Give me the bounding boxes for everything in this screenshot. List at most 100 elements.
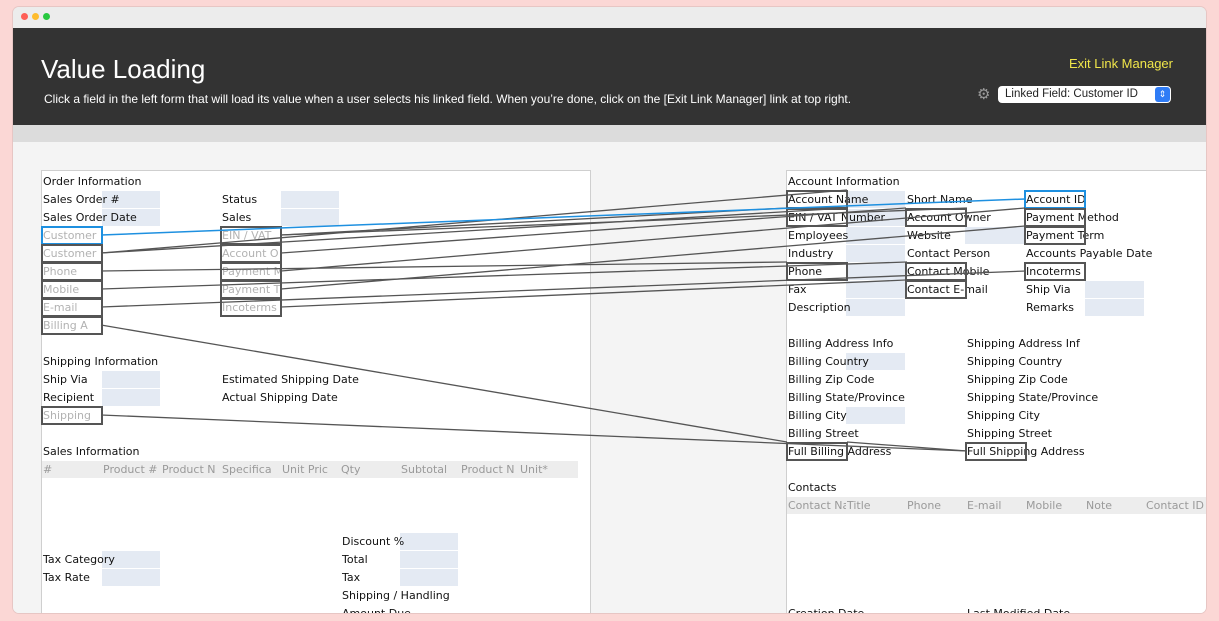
sales-order-date-label: Sales Order Date — [43, 211, 137, 224]
employees-label[interactable]: Employees — [787, 227, 905, 244]
zoom-window-button[interactable] — [43, 13, 50, 20]
billing-city-label[interactable]: Billing City — [787, 407, 957, 424]
link-box — [41, 316, 103, 335]
billing-country-label[interactable]: Billing Country — [787, 353, 957, 370]
minimize-window-button[interactable] — [32, 13, 39, 20]
link-box — [41, 262, 103, 281]
tax-rate-label: Tax Rate — [43, 571, 90, 584]
creation-date-label: Creation Date — [787, 605, 957, 613]
col-phone: Phone — [907, 499, 942, 512]
shipping-address-info-title: Shipping Address Inf — [967, 337, 1080, 350]
instructions-text: Click a field in the left form that will… — [44, 92, 852, 106]
shipping-street-label[interactable]: Shipping Street — [966, 425, 1136, 442]
tax-label: Tax — [342, 571, 361, 584]
col-product-n: Product N — [461, 463, 515, 476]
tax-category-label: Tax Category — [43, 553, 115, 566]
contacts-title: Contacts — [788, 481, 837, 494]
order-information-title: Order Information — [43, 175, 142, 188]
layout-content: Order Information Sales Order # Status S… — [13, 142, 1206, 613]
link-box — [905, 262, 967, 281]
col-unit: Unit* — [520, 463, 548, 476]
link-box — [220, 226, 282, 245]
col-subtotal: Subtotal — [401, 463, 448, 476]
account-information-title: Account Information — [788, 175, 900, 188]
status-value[interactable] — [281, 191, 339, 208]
sales-value[interactable] — [281, 209, 339, 226]
link-box — [220, 244, 282, 263]
status-label: Status — [222, 193, 258, 206]
chevron-updown-icon: ⇕ — [1155, 87, 1170, 102]
link-box — [786, 262, 848, 281]
close-window-button[interactable] — [21, 13, 28, 20]
col-contact-id: Contact ID — [1146, 499, 1205, 512]
shipping-handling-label: Shipping / Handling — [342, 589, 450, 602]
ship-via-value[interactable] — [102, 371, 160, 388]
col-note: Note — [1086, 499, 1113, 512]
linked-field-box — [1024, 190, 1086, 209]
sales-information-title: Sales Information — [43, 445, 140, 458]
link-box — [1024, 208, 1086, 227]
sales-label: Sales — [222, 211, 252, 224]
window-titlebar — [13, 7, 1206, 28]
link-box — [220, 262, 282, 281]
linked-field-value: Linked Field: Customer ID — [1005, 88, 1138, 100]
estimated-shipping-date-label: Estimated Shipping Date — [222, 373, 359, 386]
col-number: # — [43, 463, 53, 476]
recipient-value[interactable] — [102, 389, 160, 406]
fax-label[interactable]: Fax — [787, 281, 905, 298]
col-qty: Qty — [341, 463, 361, 476]
col-product-number: Product # — [103, 463, 158, 476]
col-title: Title — [847, 499, 871, 512]
short-name-label[interactable]: Short Name — [906, 191, 1024, 208]
actual-shipping-date-label: Actual Shipping Date — [222, 391, 338, 404]
link-box — [786, 208, 848, 227]
last-modified-date-label: Last Modified Date — [966, 605, 1136, 613]
link-box — [1024, 262, 1086, 281]
billing-street-label[interactable]: Billing Street — [787, 425, 957, 442]
page-title: Value Loading — [41, 54, 206, 84]
description-label[interactable]: Description — [787, 299, 905, 316]
contact-person-label[interactable]: Contact Person — [906, 245, 1024, 262]
link-box — [905, 280, 967, 299]
amount-due-label: Amount Due — [341, 605, 481, 613]
col-email: E-mail — [967, 499, 1002, 512]
exit-link-manager-link[interactable]: Exit Link Manager — [1069, 56, 1173, 71]
billing-address-info-title: Billing Address Info — [788, 337, 894, 350]
link-box — [220, 280, 282, 299]
link-box — [786, 442, 848, 461]
billing-state-label[interactable]: Billing State/Province — [787, 389, 957, 406]
linked-field-select[interactable]: Linked Field: Customer ID ⇕ — [998, 86, 1171, 103]
shipping-city-label[interactable]: Shipping City — [966, 407, 1136, 424]
col-product-name: Product N — [162, 463, 216, 476]
link-box — [41, 244, 103, 263]
link-box — [965, 442, 1027, 461]
col-specification: Specifica — [222, 463, 272, 476]
recipient-label: Recipient — [43, 391, 95, 404]
shipping-country-label[interactable]: Shipping Country — [966, 353, 1136, 370]
col-unit-price: Unit Pric — [282, 463, 328, 476]
total-label: Total — [342, 553, 368, 566]
remarks-label[interactable]: Remarks — [1025, 299, 1143, 316]
industry-label[interactable]: Industry — [787, 245, 905, 262]
app-window: Value Loading Click a field in the left … — [13, 7, 1206, 613]
sales-order-no-label: Sales Order # — [43, 193, 120, 206]
gear-icon[interactable]: ⚙ — [977, 87, 990, 102]
toolbar-band — [13, 125, 1206, 142]
col-contact-name: Contact Na — [788, 499, 846, 512]
order-form-panel: Order Information Sales Order # Status S… — [41, 170, 591, 613]
account-form-panel: Account Information Account Name Short N… — [786, 170, 1206, 613]
ship-via-label[interactable]: Ship Via — [1025, 281, 1143, 298]
link-manager-header: Value Loading Click a field in the left … — [13, 28, 1206, 125]
link-box — [41, 298, 103, 317]
accounts-payable-date-label[interactable]: Accounts Payable Date — [1025, 245, 1175, 262]
link-box — [786, 190, 848, 209]
shipping-zip-label[interactable]: Shipping Zip Code — [966, 371, 1136, 388]
col-mobile: Mobile — [1026, 499, 1063, 512]
website-label[interactable]: Website — [906, 227, 1024, 244]
billing-zip-label[interactable]: Billing Zip Code — [787, 371, 957, 388]
link-box — [1024, 226, 1086, 245]
shipping-state-label[interactable]: Shipping State/Province — [966, 389, 1136, 406]
shipping-information-title: Shipping Information — [43, 355, 159, 368]
link-box — [220, 298, 282, 317]
link-box — [41, 406, 103, 425]
